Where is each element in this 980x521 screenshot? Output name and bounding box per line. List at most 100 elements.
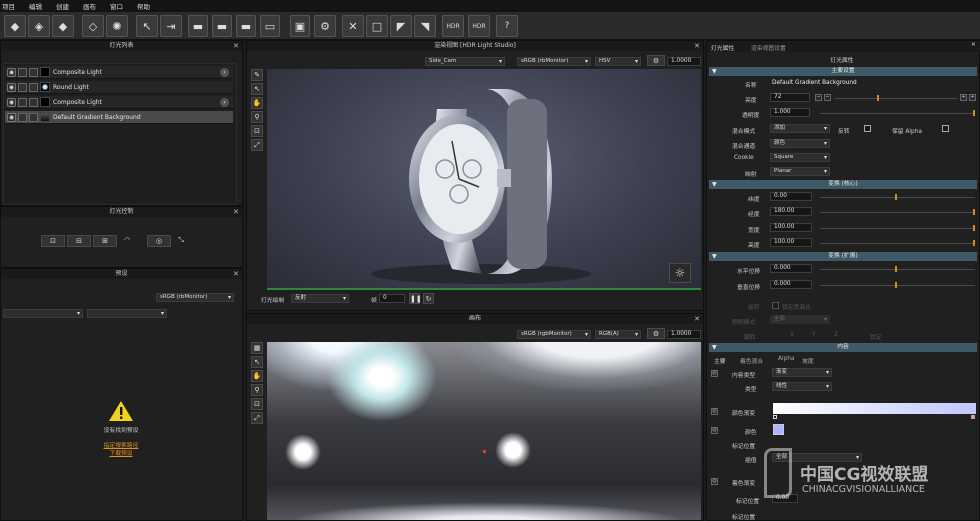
anim-key-icon[interactable]: ◎ [711,408,718,415]
tab-render-settings[interactable]: 渲染视图设置 [751,43,786,52]
decrement-fine-button[interactable]: − [824,94,831,101]
control-target-button[interactable]: ◎ [147,235,171,247]
gradient-stop-marker[interactable] [773,415,777,419]
width-field[interactable]: 100.00 [770,223,812,232]
paint-brush-icon[interactable]: ✎ [251,69,263,81]
flip-y-label[interactable]: Y [812,332,816,338]
paint-mode-select[interactable]: 反射 [291,294,349,303]
vertical-offset-slider[interactable] [820,282,975,288]
close-icon[interactable]: ✕ [971,42,976,48]
duplicate-light-button[interactable]: ◆ [52,15,74,37]
preset-colorspace-select[interactable]: sRGB (rbMonitor) [156,293,234,302]
fit-icon[interactable]: ⊡ [251,125,263,137]
anim-key-icon[interactable]: ◎ [711,370,718,377]
increment-fine-button[interactable]: + [960,94,967,101]
longitude-field[interactable]: 180.00 [770,207,812,216]
cookie-select[interactable]: Square [770,153,830,162]
height-field[interactable]: 100.00 [770,238,812,247]
solo-toggle[interactable] [18,82,27,92]
refresh-icon[interactable]: ↻ [423,293,434,304]
camera-button[interactable]: ▣ [290,15,310,37]
menu-window[interactable]: 窗口 [110,1,123,11]
blend-channel-select[interactable]: 颜色 [770,139,830,148]
light-mode-select[interactable]: 全部 [770,315,830,324]
expand-icon[interactable]: ⤢ [251,139,263,151]
width-slider[interactable] [820,225,975,231]
control-link-button[interactable]: ⤡ [175,235,187,247]
render-exposure-field[interactable]: 1.0000 [667,57,701,66]
list-item[interactable]: ◉ Default Gradient Background [5,111,233,124]
close-icon[interactable]: ✕ [233,269,239,279]
section-transform[interactable]: ▼ 变换 (核心) [709,180,977,189]
lock-toggle[interactable] [29,112,38,122]
eye-icon[interactable]: ◉ [7,82,16,92]
flip-x-label[interactable]: X [790,332,794,338]
download-presets-link[interactable]: 下载预设 [1,448,241,457]
close-icon[interactable]: ✕ [233,41,239,51]
delete-button[interactable]: ✕ [342,15,364,37]
menu-help[interactable]: 帮助 [137,1,150,11]
menu-canvas[interactable]: 画布 [83,1,96,11]
flip-z-label[interactable]: Z [834,332,838,338]
export-button[interactable]: ⇥ [160,15,182,37]
content-tab-alpha[interactable]: Alpha [778,356,794,362]
content-tab-blend[interactable]: 着色混合 [740,356,763,365]
zoom-icon[interactable]: ⚲ [251,384,263,396]
opacity-field[interactable]: 1.000 [770,108,810,117]
close-icon[interactable]: ✕ [694,41,700,51]
menu-project[interactable]: 项目 [2,1,15,11]
color-swatch[interactable] [773,424,784,435]
type-select[interactable]: 线性 [772,382,832,391]
canvas-colorspace-select[interactable]: sRGB (rgbMonitor) [517,330,591,339]
hand-icon[interactable]: ✋ [251,370,263,382]
control-rotate-button[interactable]: ◠ [121,235,133,247]
pointer-icon[interactable]: ↖ [251,83,263,95]
camera-select[interactable]: Side_Cam [425,57,505,66]
menu-create[interactable]: 创建 [56,1,69,11]
lock-toggle[interactable] [29,67,38,77]
canvas-viewport[interactable] [267,342,701,520]
lock-toggle[interactable] [29,82,38,92]
render-viewport[interactable]: ☼ [267,69,701,288]
hdr-refresh-button[interactable]: HDR [468,15,490,37]
light-name-value[interactable]: Default Gradient Background [772,80,857,86]
invert-checkbox[interactable] [864,125,871,132]
grid-icon[interactable]: ▦ [251,342,263,354]
increment-button[interactable]: + [969,94,976,101]
content-tab-main[interactable]: 主要 [714,356,726,365]
expand-arrow-icon[interactable]: › [220,97,229,107]
help-button[interactable]: ? [496,15,518,37]
layout-1-button[interactable]: ▬ [188,15,208,37]
brightness-slider[interactable] [835,95,957,101]
layout-2-button[interactable]: ▬ [212,15,232,37]
section-content[interactable]: ▼ 内容 [709,343,977,352]
color-gradient-bar[interactable] [773,403,976,414]
layout-4-button[interactable]: ▭ [260,15,280,37]
pointer-button[interactable]: ◥ [414,15,436,37]
tab-light-props[interactable]: 灯光属性 [711,43,734,52]
keep-alpha-checkbox[interactable] [942,125,949,132]
gear-icon[interactable]: ⚙ [647,55,665,66]
eye-icon[interactable]: ◉ [7,112,16,122]
height-slider[interactable] [820,240,975,246]
solo-toggle[interactable] [18,67,27,77]
frame-field[interactable]: 0 [379,294,405,303]
render-colorspace-select[interactable]: sRGB (rbMonitor) [517,57,591,66]
horizontal-offset-slider[interactable] [820,266,975,272]
layout-3-button[interactable]: ▬ [236,15,256,37]
canvas-mode-select[interactable]: RGB(A) [595,330,641,339]
fit-icon[interactable]: ⊡ [251,398,263,410]
list-item[interactable]: ◉ Composite Light › [5,96,233,109]
new-light-button[interactable]: ◆ [4,15,26,37]
latitude-slider[interactable] [820,194,975,200]
control-scale-button[interactable]: ⊟ [67,235,91,247]
list-item[interactable]: ◉ Composite Light › [5,66,233,79]
opacity-slider[interactable] [820,110,975,116]
menu-edit[interactable]: 编辑 [29,1,42,11]
expand-icon[interactable]: ⤢ [251,412,263,424]
lock-aspect-checkbox[interactable] [772,302,779,309]
list-item[interactable]: ◉ Round Light [5,81,233,94]
settings-button[interactable]: ⚙ [314,15,336,37]
pointer-icon[interactable]: ↖ [251,356,263,368]
anim-key-icon[interactable]: ◎ [711,478,718,485]
